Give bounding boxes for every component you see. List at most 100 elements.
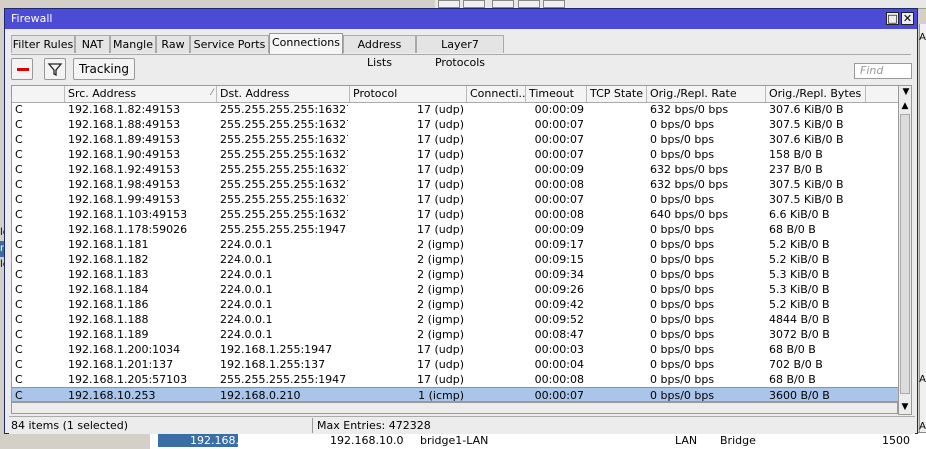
col-connection[interactable]: Connecti... <box>467 86 526 102</box>
table-row[interactable]: C 192.168.1.188 224.0.0.1 2 (igmp) 00:09:52 0… <box>12 312 901 327</box>
table-row[interactable]: C 192.168.1.201:137 192.168.1.255:137 17 (u… <box>12 357 901 372</box>
cell-proto: 17 (udp) <box>416 358 464 371</box>
cell-bytes: 68 B/0 B <box>769 343 816 356</box>
remove-button[interactable] <box>11 58 33 80</box>
bg-cell: 192.168.10.0 <box>330 434 404 447</box>
cell-src: 192.168.1.184 <box>68 283 149 296</box>
cell-proto: 17 (udp) <box>416 148 464 161</box>
cell-rate: 0 bps/0 bps <box>650 238 715 251</box>
cell-dst: 255.255.255.255:16327 <box>220 178 348 191</box>
cell-bytes: 3600 B/0 B <box>769 389 830 402</box>
scroll-up-icon[interactable]: ▲ <box>899 100 911 112</box>
table-row[interactable]: C 192.168.1.182 224.0.0.1 2 (igmp) 00:09:15 0… <box>12 252 901 267</box>
cell-dst: 224.0.0.1 <box>220 268 273 281</box>
table-row[interactable]: C 192.168.1.103:49153 255.255.255.255:1632… <box>12 207 901 222</box>
table-row[interactable]: C 192.168.1.189 224.0.0.1 2 (igmp) 00:08:47 0… <box>12 327 901 342</box>
cell-dst: 192.168.0.210 <box>220 389 301 402</box>
table-row[interactable]: C 192.168.1.82:49153 255.255.255.255:16327… <box>12 102 901 117</box>
col-bytes[interactable]: Orig./Repl. Bytes <box>766 86 866 102</box>
table-row[interactable]: C 192.168.1.178:59026 255.255.255.255:1947… <box>12 222 901 237</box>
col-flag[interactable] <box>12 86 65 102</box>
bg-cell: bridge1-LAN <box>420 434 489 447</box>
filter-button[interactable] <box>44 58 66 80</box>
cell-bytes: 68 B/0 B <box>769 223 816 236</box>
tab-address-lists[interactable]: Address Lists <box>343 35 416 69</box>
cell-rate: 632 bps/0 bps <box>650 103 729 116</box>
table-row[interactable]: C 192.168.1.92:49153 255.255.255.255:16327… <box>12 162 901 177</box>
col-tcp-state[interactable]: TCP State <box>587 86 647 102</box>
cell-src: 192.168.1.92:49153 <box>68 163 181 176</box>
cell-flag: C <box>15 223 23 236</box>
cell-timeout: 00:09:42 <box>534 298 584 311</box>
col-protocol[interactable]: Protocol <box>350 86 467 102</box>
tab-connections[interactable]: Connections <box>269 33 343 54</box>
find-input[interactable]: Find <box>854 63 912 79</box>
table-row-selected[interactable]: C 192.168.10.253 192.168.0.210 1 (icmp) 00:0… <box>12 387 901 402</box>
scroll-thumb[interactable] <box>900 114 910 394</box>
column-menu-icon[interactable]: ▼ <box>900 86 912 99</box>
cell-dst: 224.0.0.1 <box>220 313 273 326</box>
cell-timeout: 00:00:04 <box>534 358 584 371</box>
table-row[interactable]: C 192.168.1.181 224.0.0.1 2 (igmp) 00:09:17 0… <box>12 237 901 252</box>
cell-rate: 0 bps/0 bps <box>650 148 715 161</box>
col-rate[interactable]: Orig./Repl. Rate <box>647 86 766 102</box>
cell-flag: C <box>15 343 23 356</box>
table-row[interactable]: C 192.168.1.89:49153 255.255.255.255:16327… <box>12 132 901 147</box>
cell-flag: C <box>15 193 23 206</box>
table-row[interactable]: C 192.168.1.99:49153 255.255.255.255:16327… <box>12 192 901 207</box>
background-button <box>543 0 565 8</box>
title-bar[interactable]: Firewall □ ✕ <box>5 9 917 29</box>
cell-proto: 2 (igmp) <box>417 283 464 296</box>
scroll-down-icon[interactable]: ▼ <box>899 401 911 413</box>
tab-raw[interactable]: Raw <box>156 35 190 53</box>
table-row[interactable]: C 192.168.1.186 224.0.0.1 2 (igmp) 00:09:42 0… <box>12 297 901 312</box>
table-row[interactable]: C 192.168.1.205:57103 255.255.255.255:1947… <box>12 372 901 387</box>
cell-flag: C <box>15 178 23 191</box>
tab-service-ports[interactable]: Service Ports <box>190 35 269 53</box>
bg-right-label: A <box>919 374 926 385</box>
tab-filter-rules[interactable]: Filter Rules <box>11 35 75 53</box>
cell-bytes: 5.3 KiB/0 B <box>769 283 830 296</box>
cell-rate: 0 bps/0 bps <box>650 133 715 146</box>
tab-mangle[interactable]: Mangle <box>110 35 156 53</box>
background-button <box>438 0 460 8</box>
col-timeout[interactable]: Timeout <box>526 86 587 102</box>
tab-nat[interactable]: NAT <box>75 35 110 53</box>
cell-rate: 0 bps/0 bps <box>650 283 715 296</box>
items-count: 84 items (1 selected) <box>11 419 129 432</box>
col-dst-address[interactable]: Dst. Address <box>217 86 350 102</box>
vertical-scrollbar[interactable]: ▲ ▼ <box>898 85 912 415</box>
cell-bytes: 5.2 KiB/0 B <box>769 238 830 251</box>
cell-src: 192.168.1.200:1034 <box>68 343 181 356</box>
bg-right-label: A <box>919 421 926 432</box>
restore-button[interactable]: □ <box>886 12 899 25</box>
cell-flag: C <box>15 373 23 386</box>
sort-icon: ⁄ <box>211 88 213 98</box>
background-button <box>518 0 540 8</box>
cell-rate: 0 bps/0 bps <box>650 373 715 386</box>
table-header: Src. Address ⁄ Dst. Address Protocol Conn… <box>12 86 901 103</box>
horizontal-scrollbar[interactable] <box>11 402 898 414</box>
close-button[interactable]: ✕ <box>901 12 914 25</box>
cell-rate: 0 bps/0 bps <box>650 268 715 281</box>
table-row[interactable]: C 192.168.1.88:49153 255.255.255.255:16327… <box>12 117 901 132</box>
cell-bytes: 3072 B/0 B <box>769 328 830 341</box>
cell-proto: 17 (udp) <box>416 118 464 131</box>
cell-rate: 0 bps/0 bps <box>650 223 715 236</box>
bg-cell: Bridge <box>720 434 756 447</box>
cell-rate: 0 bps/0 bps <box>650 328 715 341</box>
table-row[interactable]: C 192.168.1.184 224.0.0.1 2 (igmp) 00:09:26 0… <box>12 282 901 297</box>
table-row[interactable]: C 192.168.1.183 224.0.0.1 2 (igmp) 00:09:34 0… <box>12 267 901 282</box>
cell-proto: 17 (udp) <box>416 163 464 176</box>
table-row[interactable]: C 192.168.1.98:49153 255.255.255.255:16327… <box>12 177 901 192</box>
cell-src: 192.168.1.186 <box>68 298 149 311</box>
cell-bytes: 4844 B/0 B <box>769 313 830 326</box>
tracking-button[interactable]: Tracking <box>73 58 135 80</box>
col-src-address[interactable]: Src. Address ⁄ <box>65 86 217 102</box>
tab-layer7-protocols[interactable]: Layer7 Protocols <box>416 35 504 69</box>
cell-rate: 0 bps/0 bps <box>650 313 715 326</box>
table-row[interactable]: C 192.168.1.90:49153 255.255.255.255:16327… <box>12 147 901 162</box>
cell-flag: C <box>15 358 23 371</box>
table-row[interactable]: C 192.168.1.200:1034 192.168.1.255:1947 17 … <box>12 342 901 357</box>
background-bottom-row: 192.168.10.1/24 192.168.10.0 bridge1-LAN… <box>150 432 926 449</box>
